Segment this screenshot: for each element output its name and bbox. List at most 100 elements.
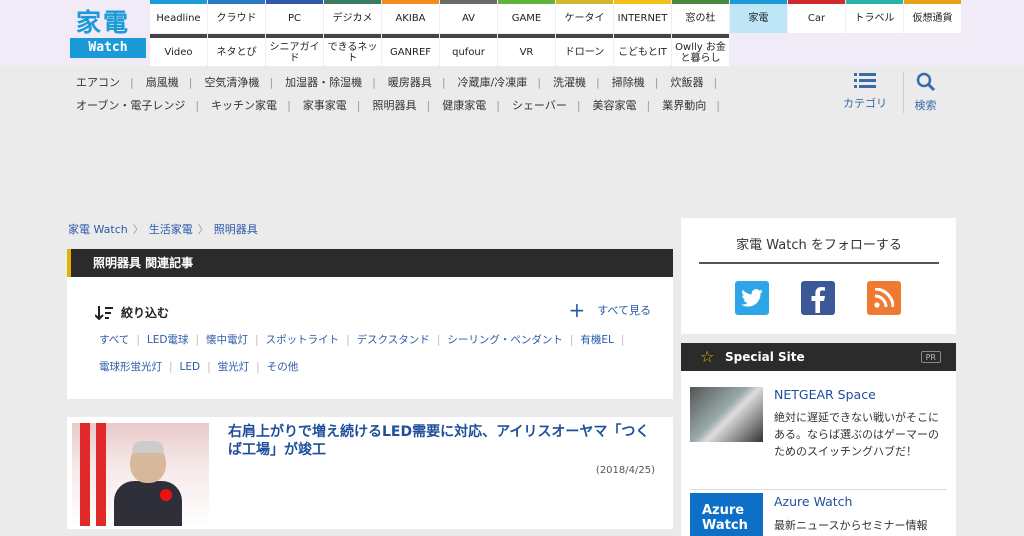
nav-item-row2-0[interactable]: Video bbox=[150, 34, 207, 67]
site-logo[interactable]: 家電 Watch bbox=[70, 8, 146, 60]
filter-tag[interactable]: 電球形蛍光灯 bbox=[99, 354, 162, 381]
search-label: 検索 bbox=[914, 99, 937, 112]
azure-thumbnail[interactable]: Azure Watch bbox=[690, 493, 763, 536]
netgear-thumbnail[interactable] bbox=[690, 387, 763, 442]
thumbnail-decoration bbox=[160, 489, 172, 501]
nav-item-row1-4[interactable]: AKIBA bbox=[382, 0, 439, 33]
nav-item-row2-7[interactable]: ドローン bbox=[556, 34, 613, 67]
nav-item-row1-13[interactable]: 仮想通貨 bbox=[904, 0, 961, 33]
separator: | bbox=[716, 99, 720, 112]
separator: | bbox=[646, 99, 651, 112]
nav-item-row1-9[interactable]: 窓の杜 bbox=[672, 0, 729, 33]
category-link[interactable]: 加湿器・除湿機 bbox=[285, 71, 362, 94]
nav-item-row2-8[interactable]: こどもとIT bbox=[614, 34, 671, 67]
article-title[interactable]: 右肩上がりで増え続けるLED需要に対応、アイリスオーヤマ「つくば工場」が竣工 bbox=[228, 423, 658, 459]
category-menu-button[interactable]: カテゴリ bbox=[842, 72, 888, 111]
nav-item-row1-11[interactable]: Car bbox=[788, 0, 845, 33]
twitter-icon[interactable] bbox=[735, 281, 769, 315]
separator: | bbox=[620, 334, 625, 346]
category-link[interactable]: 冷蔵庫/冷凍庫 bbox=[458, 71, 528, 94]
separator: | bbox=[346, 334, 350, 346]
filter-panel: 絞り込む + すべて見る すべて | LED電球 | 懐中電灯 | スポットライト | デスクス… bbox=[67, 277, 673, 399]
filter-tag[interactable]: デスクスタンド bbox=[357, 327, 430, 354]
separator: | bbox=[207, 361, 211, 373]
filter-tag[interactable]: LED bbox=[180, 354, 201, 381]
separator: | bbox=[596, 76, 600, 89]
nav-item-row1-5[interactable]: AV bbox=[440, 0, 497, 33]
article-card[interactable]: 右肩上がりで増え続けるLED需要に対応、アイリスオーヤマ「つくば工場」が竣工 (… bbox=[67, 417, 673, 529]
facebook-icon[interactable] bbox=[801, 281, 835, 315]
category-link[interactable]: キッチン家電 bbox=[211, 94, 277, 117]
special-site-list: NETGEAR Space 絶対に遅延できない戦いがそこにある。ならば選ぶのはゲ… bbox=[681, 371, 956, 536]
category-link[interactable]: 空気清浄機 bbox=[204, 71, 259, 94]
separator: | bbox=[441, 76, 446, 89]
nav-item-row1-0[interactable]: Headline bbox=[150, 0, 207, 33]
nav-item-row1-10[interactable]: 家電 bbox=[730, 0, 787, 33]
nav-item-row2-3[interactable]: できるネット bbox=[324, 34, 381, 67]
section-heading: 照明器具 関連記事 bbox=[67, 249, 673, 277]
separator: | bbox=[269, 76, 274, 89]
category-link[interactable]: 掃除機 bbox=[612, 71, 645, 94]
nav-item-row2-4[interactable]: GANREF bbox=[382, 34, 439, 67]
breadcrumb-home[interactable]: 家電 Watch bbox=[68, 223, 128, 236]
see-all-link[interactable]: + すべて見る bbox=[568, 300, 651, 320]
filter-tag[interactable]: すべて bbox=[99, 327, 129, 354]
category-menu-label: カテゴリ bbox=[843, 97, 887, 110]
nav-item-row1-12[interactable]: トラベル bbox=[846, 0, 903, 33]
category-link[interactable]: 美容家電 bbox=[593, 94, 637, 117]
nav-item-row2-9[interactable]: Owlly お金と暮らし bbox=[672, 34, 729, 67]
filter-tag[interactable]: スポットライト bbox=[266, 327, 340, 354]
separator: | bbox=[287, 99, 291, 112]
filter-tag[interactable]: 懐中電灯 bbox=[206, 327, 248, 354]
nav-item-row1-1[interactable]: クラウド bbox=[208, 0, 265, 33]
nav-item-row1-3[interactable]: デジカメ bbox=[324, 0, 381, 33]
filter-tags: すべて | LED電球 | 懐中電灯 | スポットライト | デスクスタンド | シーリング・ペンダ… bbox=[99, 327, 639, 381]
special-item-desc: 最新ニュースからセミナー情報 bbox=[774, 519, 928, 532]
separator: | bbox=[130, 76, 134, 89]
category-link[interactable]: 家事家電 bbox=[303, 94, 347, 117]
special-item-title[interactable]: Azure Watch bbox=[774, 494, 852, 509]
category-link[interactable]: 洗濯機 bbox=[553, 71, 586, 94]
breadcrumb: 家電 Watch 〉生活家電〉照明器具 bbox=[68, 221, 258, 237]
category-link[interactable]: 暖房器具 bbox=[388, 71, 432, 94]
filter-tag[interactable]: 有機EL bbox=[580, 327, 613, 354]
rss-icon[interactable] bbox=[867, 281, 901, 315]
breadcrumb-category[interactable]: 生活家電 bbox=[149, 223, 193, 236]
special-item-desc: 絶対に遅延できない戦いがそこにある。ならば選ぶのはゲーマーのためのスイッチングハ… bbox=[774, 411, 939, 458]
special-item-title[interactable]: NETGEAR Space bbox=[774, 387, 876, 402]
nav-item-row2-1[interactable]: ネタとぴ bbox=[208, 34, 265, 67]
category-link[interactable]: シェーバー bbox=[512, 94, 567, 117]
article-thumbnail[interactable] bbox=[72, 423, 209, 526]
nav-item-row1-6[interactable]: GAME bbox=[498, 0, 555, 33]
category-link[interactable]: オーブン・電子レンジ bbox=[76, 94, 185, 117]
filter-tag[interactable]: その他 bbox=[267, 354, 299, 381]
filter-tag[interactable]: シーリング・ペンダント bbox=[447, 327, 563, 354]
logo-watch: Watch bbox=[70, 38, 146, 58]
search-button[interactable]: 検索 bbox=[903, 72, 947, 113]
category-link[interactable]: 健康家電 bbox=[442, 94, 486, 117]
nav-item-row1-8[interactable]: INTERNET bbox=[614, 0, 671, 33]
category-list: エアコン | 扇風機 | 空気清浄機 | 加湿器・除湿機 | 暖房器具 | 冷蔵庫/冷凍庫 | 洗濯機 |… bbox=[76, 71, 776, 117]
article-date: (2018/4/25) bbox=[595, 465, 655, 476]
thumbnail-decoration bbox=[96, 423, 106, 526]
category-link[interactable]: 業界動向 bbox=[662, 94, 706, 117]
list-icon bbox=[854, 73, 876, 88]
site-nav: Headline クラウド PC デジカメ AKIBA AV GAME ケータイ INTERNE… bbox=[150, 0, 961, 67]
filter-tag[interactable]: 蛍光灯 bbox=[218, 354, 250, 381]
nav-item-row2-2[interactable]: シニアガイド bbox=[266, 34, 323, 67]
category-link[interactable]: エアコン bbox=[76, 71, 120, 94]
category-link[interactable]: 扇風機 bbox=[146, 71, 179, 94]
breadcrumb-current[interactable]: 照明器具 bbox=[214, 223, 258, 236]
nav-item-row2-5[interactable]: qufour bbox=[440, 34, 497, 67]
filter-tag[interactable]: LED電球 bbox=[147, 327, 189, 354]
nav-item-row1-2[interactable]: PC bbox=[266, 0, 323, 33]
separator: | bbox=[195, 334, 200, 346]
separator: | bbox=[436, 334, 441, 346]
separator: | bbox=[426, 99, 431, 112]
separator: | bbox=[255, 334, 259, 346]
nav-item-row2-6[interactable]: VR bbox=[498, 34, 555, 67]
category-link[interactable]: 照明器具 bbox=[373, 94, 417, 117]
category-link[interactable]: 炊飯器 bbox=[670, 71, 703, 94]
see-all-label: すべて見る bbox=[597, 304, 651, 317]
nav-item-row1-7[interactable]: ケータイ bbox=[556, 0, 613, 33]
